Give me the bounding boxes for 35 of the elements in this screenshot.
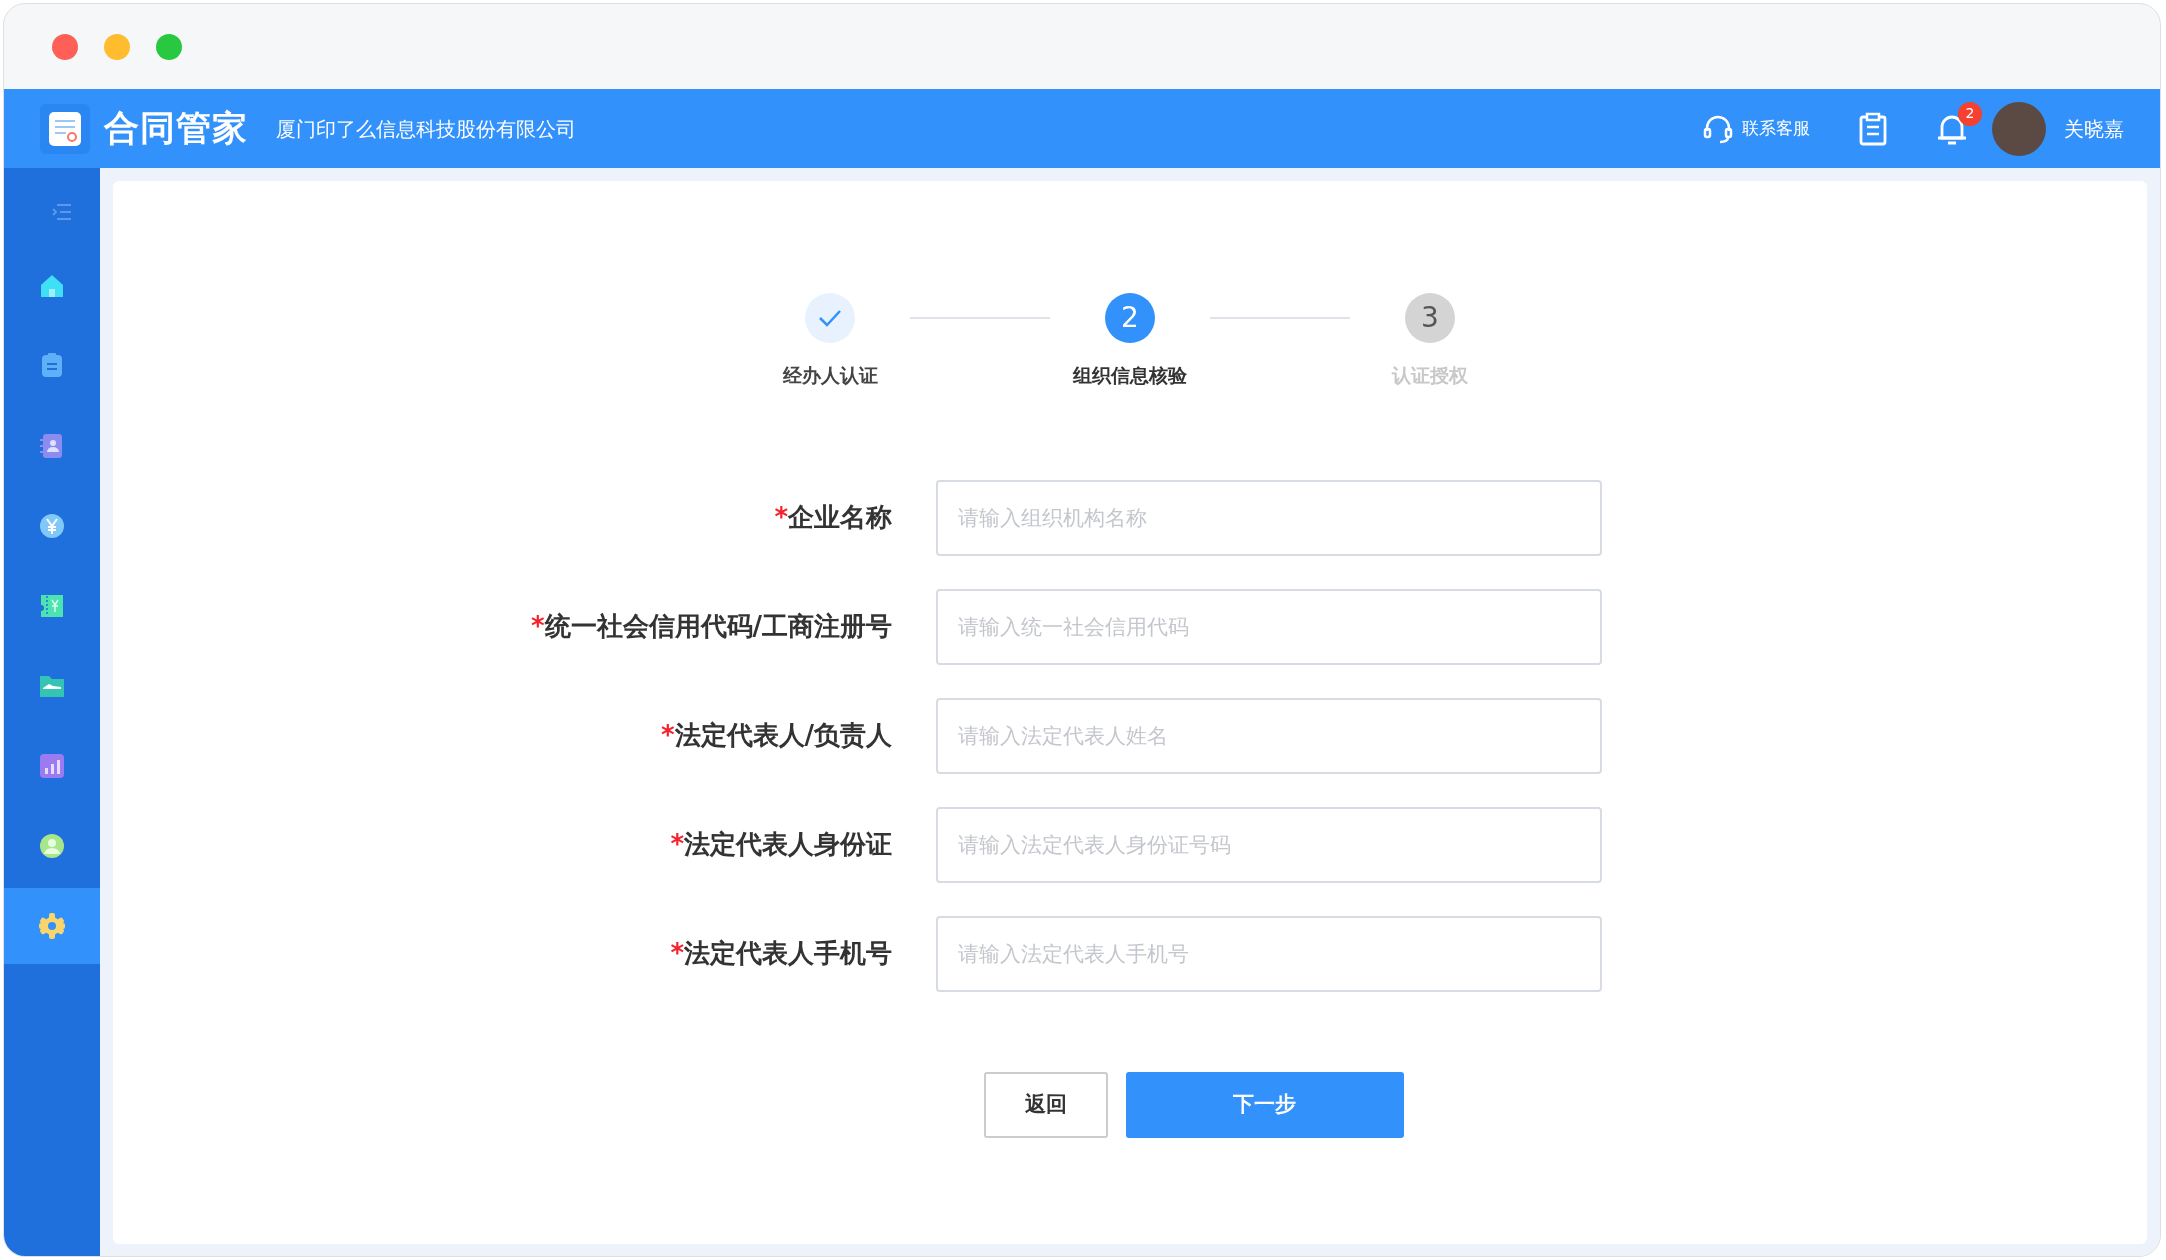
input-field[interactable]: 请输入法定代表人手机号 [936,915,1602,992]
home-icon [38,272,66,300]
step-number: 3 [1405,293,1455,343]
user-name[interactable]: 关晓嘉 [2064,113,2124,144]
sidebar-item[interactable] [4,888,100,964]
input-field[interactable]: 请输入统一社会信用代码 [936,588,1602,665]
yen-icon [38,512,66,540]
logo-text: 合同管家 [104,107,248,151]
back-button[interactable]: 返回 [983,1071,1108,1138]
minimize-icon[interactable] [104,33,130,60]
step-number: 2 [1105,293,1155,343]
field-label: *法定代表人手机号 [669,937,893,970]
user-icon [38,832,66,860]
input-field[interactable]: 请输入组织机构名称 [936,479,1602,556]
logo-icon [40,103,90,154]
notification-count: 2 [1958,101,1982,126]
field-label: *企业名称 [773,501,893,534]
close-icon[interactable] [52,33,78,60]
company-name: 厦门印了么信息科技股份有限公司 [276,115,576,143]
step-label: 经办人认证 [782,363,878,388]
field-label: *统一社会信用代码/工商注册号 [529,610,893,643]
step-label: 组织信息核验 [1073,363,1187,388]
next-button[interactable]: 下一步 [1125,1071,1404,1138]
support-link[interactable]: 联系客服 [1742,115,1810,142]
ticket-icon [38,592,66,620]
menu-icon[interactable] [52,203,72,221]
field-label: *法定代表人身份证 [669,828,893,861]
clipboard-icon[interactable] [1858,111,1888,146]
input-field[interactable]: 请输入法定代表人姓名 [936,697,1602,774]
input-field[interactable]: 请输入法定代表人身份证号码 [936,806,1602,883]
gear-icon [38,912,66,940]
bar-chart-icon [38,752,66,780]
avatar[interactable] [1992,101,2046,156]
field-label: *法定代表人/负责人 [659,719,893,752]
maximize-icon[interactable] [156,33,182,60]
